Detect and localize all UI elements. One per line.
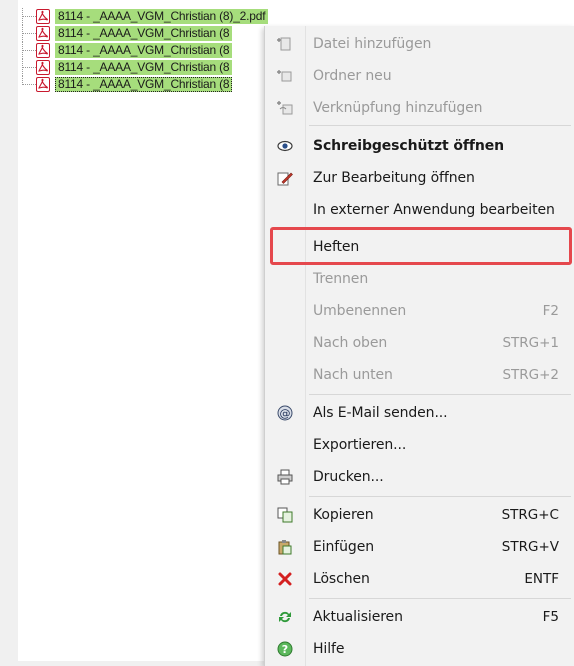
pdf-file-icon bbox=[36, 9, 50, 24]
menu-item-paste[interactable]: Einfügen STRG+V bbox=[265, 531, 574, 563]
copy-icon bbox=[277, 507, 293, 523]
menu-item-delete[interactable]: Löschen ENTF bbox=[265, 563, 574, 595]
menu-item-shortcut: F5 bbox=[542, 609, 559, 625]
help-icon: ? bbox=[277, 641, 293, 657]
menu-item-label: Kopieren bbox=[313, 507, 374, 523]
menu-item-label: Zur Bearbeitung öffnen bbox=[313, 170, 475, 186]
menu-item-new-folder[interactable]: Ordner neu bbox=[265, 60, 574, 92]
context-menu: Datei hinzufügen Ordner neu Verknüpfung … bbox=[264, 26, 574, 666]
file-name[interactable]: 8114 - _AAAA_VGM_Christian (8 bbox=[55, 43, 233, 58]
menu-item-shortcut: STRG+1 bbox=[502, 335, 559, 351]
menu-item-label: Schreibgeschützt öffnen bbox=[313, 138, 504, 154]
pdf-file-icon bbox=[36, 43, 50, 58]
menu-item-label: Nach oben bbox=[313, 335, 388, 351]
menu-item-shortcut: F2 bbox=[542, 303, 559, 319]
menu-separator bbox=[309, 125, 571, 126]
menu-separator bbox=[309, 496, 571, 497]
paste-icon bbox=[277, 539, 293, 555]
menu-item-refresh[interactable]: Aktualisieren F5 bbox=[265, 601, 574, 633]
menu-item-shortcut: STRG+C bbox=[501, 507, 559, 523]
menu-item-label: Drucken... bbox=[313, 469, 384, 485]
print-icon bbox=[277, 469, 293, 485]
menu-item-copy[interactable]: Kopieren STRG+C bbox=[265, 499, 574, 531]
menu-item-label: In externer Anwendung bearbeiten bbox=[313, 202, 555, 218]
menu-item-label: Als E-Mail senden... bbox=[313, 405, 448, 421]
menu-separator bbox=[309, 598, 571, 599]
menu-item-label: Einfügen bbox=[313, 539, 374, 555]
menu-item-shortcut: STRG+V bbox=[501, 539, 559, 555]
svg-text:?: ? bbox=[282, 643, 288, 656]
tree-connector bbox=[18, 25, 36, 42]
menu-item-label: Verknüpfung hinzufügen bbox=[313, 100, 483, 116]
eye-icon bbox=[277, 138, 293, 154]
menu-item-send-email[interactable]: @ Als E-Mail senden... bbox=[265, 397, 574, 429]
email-at-icon: @ bbox=[277, 405, 293, 421]
menu-item-add-link[interactable]: Verknüpfung hinzufügen bbox=[265, 92, 574, 124]
menu-item-open-external[interactable]: In externer Anwendung bearbeiten bbox=[265, 194, 574, 226]
menu-item-print[interactable]: Drucken... bbox=[265, 461, 574, 493]
pdf-file-icon bbox=[36, 77, 50, 92]
menu-item-label: Aktualisieren bbox=[313, 609, 403, 625]
menu-item-move-down[interactable]: Nach unten STRG+2 bbox=[265, 359, 574, 391]
menu-item-label: Exportieren... bbox=[313, 437, 407, 453]
tree-connector bbox=[18, 59, 36, 76]
menu-item-help[interactable]: ? Hilfe bbox=[265, 633, 574, 665]
menu-item-open-readonly[interactable]: Schreibgeschützt öffnen bbox=[265, 130, 574, 162]
pdf-file-icon bbox=[36, 26, 50, 41]
menu-item-move-up[interactable]: Nach oben STRG+1 bbox=[265, 327, 574, 359]
menu-item-export[interactable]: Exportieren... bbox=[265, 429, 574, 461]
menu-item-open-edit[interactable]: Zur Bearbeitung öffnen bbox=[265, 162, 574, 194]
new-folder-icon bbox=[277, 68, 293, 84]
menu-item-label: Löschen bbox=[313, 571, 370, 587]
file-name[interactable]: 8114 - _AAAA_VGM_Christian (8 bbox=[55, 60, 233, 75]
refresh-icon bbox=[277, 609, 293, 625]
delete-x-icon bbox=[277, 571, 293, 587]
menu-item-trennen[interactable]: Trennen bbox=[265, 263, 574, 295]
heften-highlight-box bbox=[270, 227, 572, 265]
menu-item-label: Ordner neu bbox=[313, 68, 392, 84]
menu-item-add-file[interactable]: Datei hinzufügen bbox=[265, 28, 574, 60]
edit-icon bbox=[277, 170, 293, 186]
pdf-file-icon bbox=[36, 60, 50, 75]
menu-item-label: Datei hinzufügen bbox=[313, 36, 432, 52]
svg-text:@: @ bbox=[280, 407, 291, 420]
menu-item-label: Hilfe bbox=[313, 641, 345, 657]
tree-connector bbox=[18, 8, 36, 25]
menu-item-shortcut: STRG+2 bbox=[502, 367, 559, 383]
tree-connector bbox=[18, 76, 36, 93]
file-name[interactable]: 8114 - _AAAA_VGM_Christian (8)_2.pdf bbox=[55, 9, 269, 24]
menu-item-label: Nach unten bbox=[313, 367, 393, 383]
menu-item-label: Umbenennen bbox=[313, 303, 407, 319]
menu-item-rename[interactable]: Umbenennen F2 bbox=[265, 295, 574, 327]
add-file-icon bbox=[277, 36, 293, 52]
file-name[interactable]: 8114 - _AAAA_VGM_Christian (8 bbox=[55, 26, 233, 41]
menu-item-label: Trennen bbox=[313, 271, 369, 287]
add-link-icon bbox=[277, 100, 293, 116]
file-name[interactable]: 8114 - _AAAA_VGM_Christian (8 bbox=[55, 77, 233, 92]
menu-item-shortcut: ENTF bbox=[524, 571, 559, 587]
menu-separator bbox=[309, 394, 571, 395]
tree-connector bbox=[18, 42, 36, 59]
